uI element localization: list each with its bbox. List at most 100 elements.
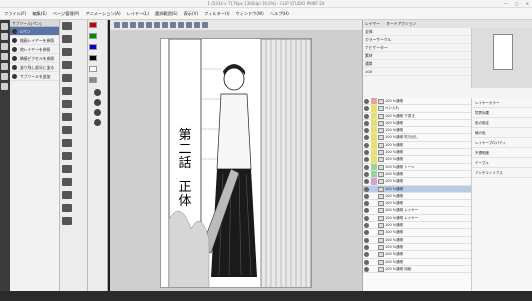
color-swatch[interactable]	[89, 44, 97, 50]
border-effect-option[interactable]: 境界効果	[472, 108, 532, 118]
eye-icon[interactable]	[364, 164, 369, 170]
eye-icon[interactable]	[364, 135, 369, 141]
layer-row[interactable]: 100 %通常	[363, 244, 471, 252]
layer-row[interactable]: 100 %通常 レイヤー	[363, 207, 471, 215]
tool-cell[interactable]	[62, 35, 72, 43]
eye-icon[interactable]	[364, 223, 369, 229]
layer-row[interactable]: 100 %通常	[363, 222, 471, 230]
tool-cell[interactable]	[62, 178, 72, 186]
transform-icon[interactable]	[162, 22, 168, 28]
open-icon[interactable]	[122, 22, 128, 28]
move-tool-icon[interactable]	[1, 33, 8, 40]
deselect-icon[interactable]	[170, 22, 176, 28]
eye-icon[interactable]	[364, 237, 369, 243]
redo-icon[interactable]	[146, 22, 152, 28]
eye-icon[interactable]	[364, 252, 369, 258]
subtool-item[interactable]: 他レイヤーを参照	[10, 45, 59, 54]
eye-icon[interactable]	[364, 150, 369, 156]
layer-row[interactable]: 100 %通常 吹き出し	[363, 134, 471, 142]
minimize-icon[interactable]: —	[504, 0, 508, 8]
eye-icon[interactable]	[364, 120, 369, 126]
add-subtool-button[interactable]: サブツールを追加	[10, 72, 59, 81]
eraser-tool-icon[interactable]	[1, 63, 8, 70]
menu-view[interactable]: 表示(V)	[184, 11, 199, 17]
layer-row[interactable]: 100 %通常 トーン	[363, 163, 471, 171]
tool-cell[interactable]	[62, 191, 72, 199]
layer-row[interactable]: 100 %通常	[363, 127, 471, 135]
opacity-option[interactable]: 不透明度	[472, 148, 532, 158]
menu-filter[interactable]: フィルター(I)	[204, 11, 229, 17]
save-icon[interactable]	[130, 22, 136, 28]
subtool-item[interactable]: 塗り残し部分に塗る	[10, 63, 59, 72]
brush-size-knob[interactable]	[94, 109, 101, 116]
layer-color-option[interactable]: レイヤーカラー	[472, 98, 532, 108]
canvas-area[interactable]: 第 二 話 正 体	[110, 30, 362, 291]
color-swatch[interactable]	[89, 77, 97, 83]
brush-size-knob[interactable]	[94, 119, 101, 126]
layer-row[interactable]: 100 %通常 レイヤー	[363, 215, 471, 223]
tool-cell[interactable]	[62, 126, 72, 134]
layer-row[interactable]: ペン入れ	[363, 105, 471, 113]
layer-row[interactable]: 100 %通常	[363, 259, 471, 266]
fill-tool-icon[interactable]	[1, 73, 8, 80]
tool-cell[interactable]	[62, 61, 72, 69]
tool-cell[interactable]	[62, 113, 72, 121]
eye-icon[interactable]	[364, 259, 369, 265]
eye-icon[interactable]	[364, 201, 369, 207]
tool-cell[interactable]	[62, 217, 72, 225]
maximize-icon[interactable]: ▢	[515, 0, 519, 8]
snap-icon[interactable]	[178, 22, 184, 28]
layer-row[interactable]: 100 %通常	[363, 185, 471, 193]
subtool-item[interactable]: 描画レイヤーを参照	[10, 36, 59, 45]
layer-row[interactable]: 100 %通常	[363, 178, 471, 186]
layer-row[interactable]: 100 %通常	[363, 251, 471, 259]
tab-layer[interactable]: レイヤー	[365, 20, 380, 28]
layer-row[interactable]: 100 %通常	[363, 98, 471, 106]
brush-size-knob[interactable]	[94, 89, 101, 96]
eye-icon[interactable]	[364, 157, 369, 163]
tool-cell[interactable]	[62, 152, 72, 160]
layer-row[interactable]: 100 %通常	[363, 156, 471, 164]
tool-cell[interactable]	[62, 204, 72, 212]
tool-cell[interactable]	[62, 22, 72, 30]
layer-row[interactable]: 100 %通常	[363, 229, 471, 237]
color-swatch[interactable]	[89, 55, 97, 61]
clear-icon[interactable]	[154, 22, 160, 28]
tool-cell[interactable]	[62, 48, 72, 56]
table-option[interactable]: テーブル	[472, 158, 532, 168]
pen-tool-icon[interactable]	[1, 53, 8, 60]
eye-icon[interactable]	[364, 128, 369, 134]
color-setting-option[interactable]: 色の設定	[472, 118, 532, 128]
subtool-item[interactable]: Gペン	[10, 27, 59, 36]
menu-edit[interactable]: 編集(E)	[32, 11, 46, 17]
eye-icon[interactable]	[364, 142, 369, 148]
layer-row[interactable]: 100 %通常	[363, 149, 471, 157]
new-icon[interactable]	[114, 22, 120, 28]
layer-row[interactable]: 100 %通常	[363, 170, 471, 179]
grid-icon[interactable]	[194, 22, 200, 28]
color-swatch[interactable]	[89, 22, 97, 28]
menu-animation[interactable]: アニメーション(A)	[85, 11, 120, 17]
eye-icon[interactable]	[364, 208, 369, 214]
layer-property-option[interactable]: レイヤープロパティ	[472, 138, 532, 148]
eye-icon[interactable]	[364, 193, 369, 199]
select-tool-icon[interactable]	[1, 43, 8, 50]
eye-icon[interactable]	[364, 171, 369, 177]
layer-row[interactable]: 100 %通常	[363, 141, 471, 150]
menu-layer[interactable]: レイヤー(L)	[127, 11, 149, 17]
ruler-icon[interactable]	[186, 22, 192, 28]
eye-icon[interactable]	[364, 106, 369, 112]
layer-row[interactable]: 100 %通常	[363, 200, 471, 208]
eye-icon[interactable]	[364, 230, 369, 236]
eye-icon[interactable]	[364, 215, 369, 221]
line-color-option[interactable]: 線の色	[472, 128, 532, 138]
subtool-item[interactable]: 隣接ピクセルを参照	[10, 54, 59, 63]
antialias-option[interactable]: アンチエイリアス	[472, 168, 532, 178]
tool-cell[interactable]	[62, 165, 72, 173]
cloud-icon[interactable]	[202, 22, 208, 28]
eye-icon[interactable]	[364, 113, 369, 119]
layer-row[interactable]: 100 %通常	[363, 193, 471, 201]
menu-help[interactable]: ヘルプ(H)	[270, 11, 289, 17]
layer-row[interactable]: 100 %通常	[363, 119, 471, 128]
undo-icon[interactable]	[138, 22, 144, 28]
